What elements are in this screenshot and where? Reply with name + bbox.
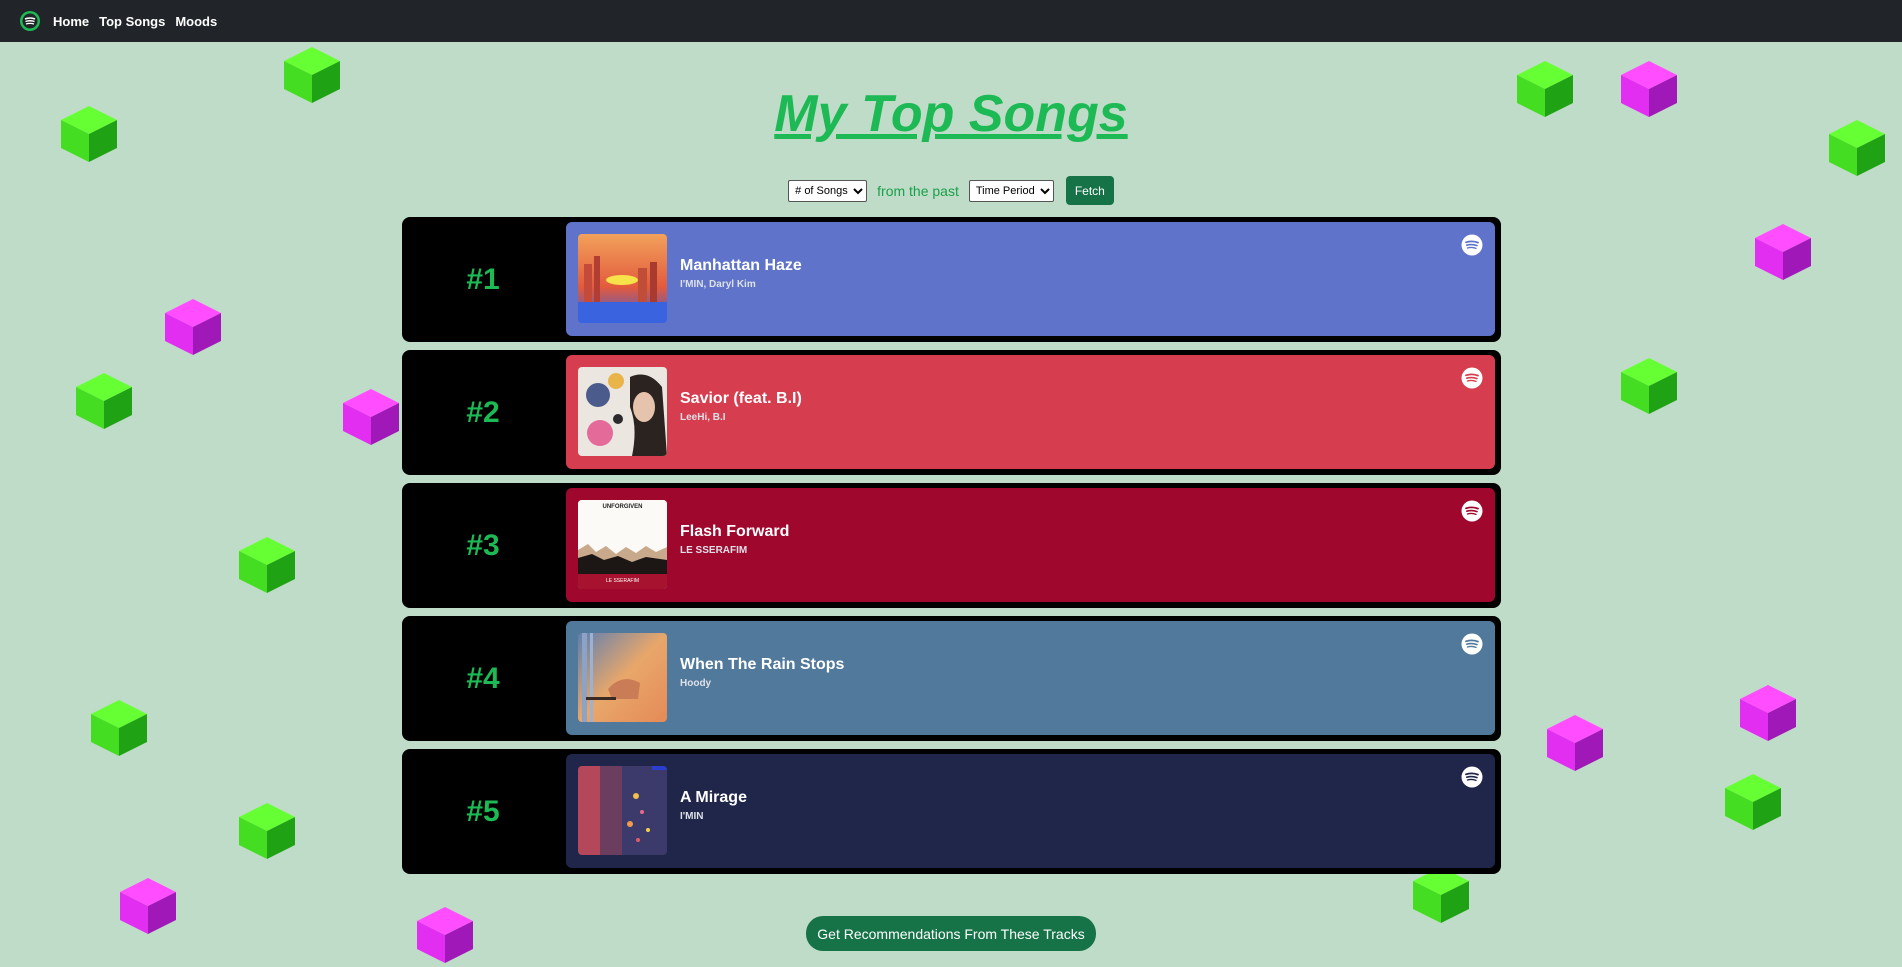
top-songs-list: #1 Manhattan Haze I'MIN, Daryl Kim #2 Sa… (402, 217, 1501, 882)
magenta-cube-icon (120, 878, 176, 934)
spotify-icon[interactable] (1461, 367, 1483, 389)
track-rank: #4 (466, 661, 500, 695)
spotify-logo-icon[interactable] (19, 10, 41, 32)
album-art[interactable] (578, 367, 667, 456)
magenta-cube-icon (165, 299, 221, 355)
track-rank: #3 (466, 528, 500, 562)
page-title: My Top Songs (774, 85, 1128, 143)
green-cube-icon (76, 373, 132, 429)
album-art-text: LE SSERAFIM (605, 578, 640, 584)
track-card[interactable]: When The Rain Stops Hoody (566, 621, 1495, 735)
green-cube-icon (91, 700, 147, 756)
song-artist: LeeHi, B.I (680, 412, 726, 423)
fetch-controls: # of Songs from the past Time Period Fet… (0, 176, 1902, 205)
green-cube-icon (239, 537, 295, 593)
nav-moods-link[interactable]: Moods (175, 14, 217, 29)
track-row: #1 Manhattan Haze I'MIN, Daryl Kim (402, 217, 1501, 342)
spotify-icon[interactable] (1461, 500, 1483, 522)
track-card[interactable]: Manhattan Haze I'MIN, Daryl Kim (566, 222, 1495, 336)
track-rank: #1 (466, 262, 500, 296)
song-artist: LE SSERAFIM (680, 545, 748, 556)
album-art[interactable] (578, 633, 667, 722)
spotify-icon[interactable] (1461, 633, 1483, 655)
navbar: Home Top Songs Moods (0, 0, 1902, 42)
green-cube-icon (1621, 358, 1677, 414)
green-cube-icon (1725, 774, 1781, 830)
track-row: #5 A Mirage I'MIN (402, 749, 1501, 874)
song-title: Manhattan Haze (680, 257, 802, 274)
magenta-cube-icon (417, 907, 473, 963)
magenta-cube-icon (1547, 715, 1603, 771)
nav-home-link[interactable]: Home (53, 14, 89, 29)
magenta-cube-icon (1740, 685, 1796, 741)
spotify-icon[interactable] (1461, 766, 1483, 788)
track-rank: #2 (466, 395, 500, 429)
album-art[interactable] (578, 234, 667, 323)
green-cube-icon (239, 803, 295, 859)
song-title: Flash Forward (680, 523, 790, 540)
song-artist: I'MIN (680, 811, 704, 822)
song-title: Savior (feat. B.I) (680, 390, 802, 407)
track-card[interactable]: UNFORGIVEN LE SSERAFIM Flash Forward LE … (566, 488, 1495, 602)
from-the-past-label: from the past (877, 182, 959, 199)
track-row: #3 UNFORGIVEN LE SSERAFIM Flash Forward … (402, 483, 1501, 608)
song-artist: Hoody (680, 678, 712, 689)
get-recommendations-button[interactable]: Get Recommendations From These Tracks (806, 916, 1096, 951)
track-row: #4 When The Rain Stops Hoody (402, 616, 1501, 741)
time-period-select[interactable]: Time Period (968, 179, 1054, 202)
track-card[interactable]: A Mirage I'MIN (566, 754, 1495, 868)
song-title: A Mirage (680, 789, 747, 806)
spotify-icon[interactable] (1461, 234, 1483, 256)
album-art-text: UNFORGIVEN (602, 504, 643, 510)
track-row: #2 Savior (feat. B.I) LeeHi, B.I (402, 350, 1501, 475)
track-rank: #5 (466, 794, 500, 828)
song-count-select[interactable]: # of Songs (788, 179, 868, 202)
album-art[interactable] (578, 766, 667, 855)
track-card[interactable]: Savior (feat. B.I) LeeHi, B.I (566, 355, 1495, 469)
nav-top-songs-link[interactable]: Top Songs (99, 14, 165, 29)
album-art[interactable]: UNFORGIVEN LE SSERAFIM (578, 500, 667, 589)
song-artist: I'MIN, Daryl Kim (680, 279, 756, 290)
song-title: When The Rain Stops (680, 656, 845, 673)
magenta-cube-icon (1755, 224, 1811, 280)
fetch-button[interactable]: Fetch (1065, 176, 1114, 205)
magenta-cube-icon (343, 389, 399, 445)
